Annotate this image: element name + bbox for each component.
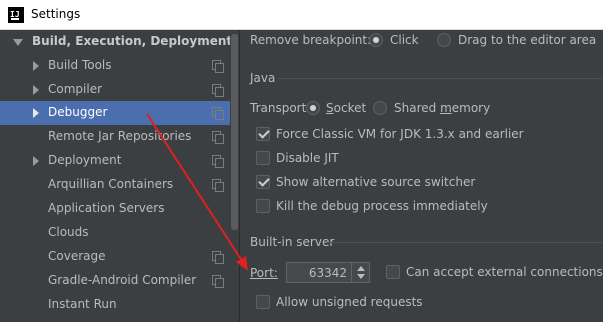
builtin-server-section-title: Built-in server — [250, 235, 335, 249]
tree-item-remote-jar-repositories[interactable]: Remote Jar Repositories — [0, 125, 230, 149]
tree-item-label: Build Tools — [48, 58, 112, 72]
tree-item-coverage[interactable]: Coverage — [0, 245, 230, 269]
sidebar-scrollbar-thumb[interactable] — [231, 34, 238, 230]
kill-debug-process-label[interactable]: Kill the debug process immediately — [276, 199, 488, 213]
section-divider — [327, 242, 602, 243]
tree-item-gradle-android-compiler[interactable]: Gradle-Android Compiler — [0, 269, 230, 293]
section-divider — [278, 78, 602, 79]
tree-item-label: Clouds — [48, 225, 89, 239]
tree-item-label: Application Servers — [48, 201, 165, 215]
tree-item-label: Debugger — [48, 105, 108, 119]
radio-socket-label[interactable]: Socket — [326, 101, 366, 115]
intellij-icon: IJ — [8, 7, 24, 23]
radio-drag-to-editor-label[interactable]: Drag to the editor area — [458, 33, 596, 47]
tree-item-build-tools[interactable]: Build Tools — [0, 54, 230, 78]
show-alt-source-switcher-checkbox[interactable] — [256, 175, 270, 189]
tree-item-clouds[interactable]: Clouds — [0, 221, 230, 245]
project-settings-icon — [212, 275, 224, 288]
chevron-right-icon[interactable] — [33, 85, 39, 95]
window-titlebar: IJ Settings — [0, 0, 603, 30]
accept-external-connections-label[interactable]: Can accept external connections — [406, 265, 603, 279]
allow-unsigned-requests-checkbox[interactable] — [256, 295, 270, 309]
spinner-buttons — [351, 263, 369, 282]
project-settings-icon — [212, 131, 224, 144]
radio-socket[interactable] — [306, 101, 320, 115]
chevron-right-icon[interactable] — [33, 108, 39, 118]
tree-item-label: Deployment — [48, 153, 122, 167]
show-alt-source-switcher-label[interactable]: Show alternative source switcher — [276, 175, 475, 189]
project-settings-icon — [212, 84, 224, 97]
panel-divider[interactable] — [239, 30, 240, 322]
radio-drag-to-editor[interactable] — [437, 33, 451, 47]
tree-item-label: Coverage — [48, 249, 106, 263]
force-classic-vm-checkbox[interactable] — [256, 127, 270, 141]
force-classic-vm-label[interactable]: Force Classic VM for JDK 1.3.x and earli… — [276, 127, 524, 141]
spinner-up-icon[interactable] — [357, 266, 365, 271]
chevron-down-icon[interactable] — [13, 39, 23, 46]
tree-item-instant-run[interactable]: Instant Run — [0, 293, 230, 317]
tree-item-label: Remote Jar Repositories — [48, 129, 192, 143]
tree-item-deployment[interactable]: Deployment — [0, 149, 230, 173]
project-settings-icon — [212, 60, 224, 73]
disable-jit-label[interactable]: Disable JIT — [276, 151, 339, 165]
tree-item-build-execution-deployment[interactable]: Build, Execution, Deployment — [0, 30, 233, 54]
project-settings-icon — [212, 251, 224, 264]
settings-tree: Build, Execution, Deployment Build Tools… — [0, 30, 239, 322]
tree-item-arquillian-containers[interactable]: Arquillian Containers — [0, 173, 230, 197]
kill-debug-process-checkbox[interactable] — [256, 199, 270, 213]
tree-item-application-servers[interactable]: Application Servers — [0, 197, 230, 221]
project-settings-icon — [212, 155, 224, 168]
tree-item-label: Gradle-Android Compiler — [48, 273, 197, 287]
port-input[interactable]: 63342 — [309, 266, 347, 280]
radio-click-label[interactable]: Click — [390, 33, 419, 47]
radio-click[interactable] — [369, 33, 383, 47]
allow-unsigned-requests-label[interactable]: Allow unsigned requests — [276, 295, 423, 309]
chevron-right-icon[interactable] — [33, 61, 39, 71]
radio-shared-memory-label[interactable]: Shared memory — [394, 101, 490, 115]
port-label: Port: — [250, 266, 278, 280]
tree-item-label: Arquillian Containers — [48, 177, 174, 191]
chevron-right-icon[interactable] — [33, 156, 39, 166]
tree-item-debugger[interactable]: Debugger — [0, 101, 230, 125]
radio-shared-memory[interactable] — [373, 101, 387, 115]
tree-item-label: Build, Execution, Deployment — [32, 34, 233, 48]
spinner-down-icon[interactable] — [357, 274, 365, 279]
project-settings-icon — [212, 179, 224, 192]
disable-jit-checkbox[interactable] — [256, 151, 270, 165]
tree-item-compiler[interactable]: Compiler — [0, 78, 230, 102]
remove-breakpoint-label: Remove breakpoint: — [250, 33, 372, 47]
java-section-title: Java — [250, 71, 276, 85]
port-spinner[interactable]: 63342 — [286, 262, 370, 283]
project-settings-icon — [212, 107, 224, 120]
window-title: Settings — [31, 7, 81, 21]
accept-external-connections-checkbox[interactable] — [386, 265, 400, 279]
tree-item-label: Instant Run — [48, 297, 117, 311]
tree-item-label: Compiler — [48, 82, 103, 96]
transport-label: Transport: — [250, 101, 311, 115]
